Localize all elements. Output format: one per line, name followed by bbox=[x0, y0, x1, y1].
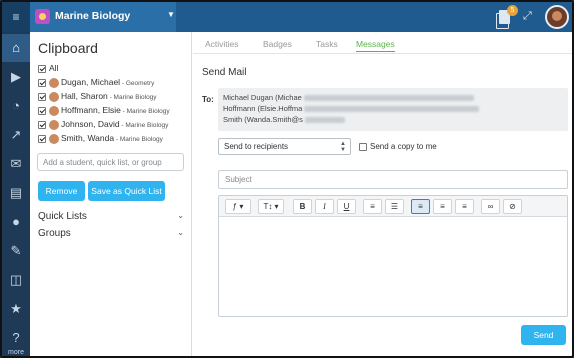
student-row[interactable]: Smith, Wanda - Marine Biology bbox=[38, 133, 163, 147]
send-button[interactable]: Send bbox=[521, 325, 566, 345]
groups-toggle[interactable]: Groups ⌄ bbox=[38, 228, 184, 239]
clipboard-title: Clipboard bbox=[38, 40, 98, 56]
checkbox-icon[interactable] bbox=[38, 92, 46, 101]
numbered-list-icon[interactable]: ☰ bbox=[385, 199, 404, 214]
send-mail-title: Send Mail bbox=[202, 67, 247, 78]
student-class: - Marine Biology bbox=[120, 108, 170, 115]
redacted-text bbox=[304, 117, 345, 124]
more-label[interactable]: more bbox=[2, 349, 30, 356]
chart-icon[interactable]: ↗ bbox=[2, 121, 30, 149]
tab-messages[interactable]: Messages bbox=[356, 39, 395, 52]
checkbox-icon[interactable] bbox=[38, 106, 46, 115]
recipient-select-value: Send to recipients bbox=[224, 142, 289, 151]
student-avatar bbox=[49, 77, 59, 88]
quick-lists-label: Quick Lists bbox=[38, 211, 87, 222]
underline-button[interactable]: U bbox=[337, 199, 356, 214]
to-label: To: bbox=[202, 95, 214, 104]
student-class: - Marine Biology bbox=[119, 122, 169, 129]
send-copy-option[interactable]: Send a copy to me bbox=[359, 142, 437, 151]
checkbox-icon[interactable] bbox=[359, 142, 367, 151]
chevron-down-icon: ▼ bbox=[167, 10, 175, 19]
align-center-icon[interactable]: ≡ bbox=[433, 199, 452, 214]
recipients-box[interactable]: Michael Dugan (Michae Hoffmann (Elsie.Ho… bbox=[218, 88, 568, 131]
student-row[interactable]: Hall, Sharon - Marine Biology bbox=[38, 91, 157, 105]
documents-icon[interactable]: ◫ bbox=[2, 266, 30, 294]
clipboard-panel: Clipboard All Dugan, Michael - Geometry … bbox=[30, 32, 192, 356]
expand-icon[interactable]: ⤢ bbox=[523, 10, 532, 23]
select-arrows-icon: ▲ ▼ bbox=[340, 141, 346, 153]
bullet-list-icon[interactable]: ≡ bbox=[363, 199, 382, 214]
edit-icon[interactable]: ✎ bbox=[2, 237, 30, 265]
italic-button[interactable]: I bbox=[315, 199, 334, 214]
quick-lists-toggle[interactable]: Quick Lists ⌄ bbox=[38, 211, 184, 222]
add-student-input[interactable]: Add a student, quick list, or group bbox=[37, 153, 184, 171]
redacted-text bbox=[303, 95, 474, 102]
notification-badge: 5 bbox=[507, 5, 518, 16]
dashboard-icon[interactable]: ◔ bbox=[2, 92, 30, 120]
mail-icon[interactable]: ✉ bbox=[2, 150, 30, 178]
tab-badges[interactable]: Badges bbox=[263, 39, 292, 49]
award-icon[interactable]: ★ bbox=[2, 295, 30, 323]
student-row[interactable]: Johnson, David - Marine Biology bbox=[38, 119, 168, 133]
tab-bar: Activities Badges Tasks Messages bbox=[193, 32, 572, 54]
checkbox-icon[interactable] bbox=[38, 120, 46, 129]
chevron-down-icon: ⌄ bbox=[177, 211, 184, 220]
checkbox-icon[interactable] bbox=[38, 78, 46, 87]
recipient-line: Michael Dugan (Michae bbox=[223, 93, 302, 102]
student-name: Hall, Sharon bbox=[61, 91, 108, 101]
help-icon[interactable]: ? bbox=[2, 324, 30, 352]
message-editor[interactable]: ƒ ▾ T↕ ▾ B I U ≡ ☰ ≡ ≡ ≡ ∞ ⊘ bbox=[218, 195, 568, 317]
bold-button[interactable]: B bbox=[293, 199, 312, 214]
recipient-select[interactable]: Send to recipients ▲ ▼ bbox=[218, 138, 351, 155]
student-class: - Marine Biology bbox=[107, 94, 157, 101]
student-avatar bbox=[49, 133, 59, 144]
play-icon[interactable]: ▶ bbox=[2, 63, 30, 91]
student-name: Dugan, Michael bbox=[61, 77, 121, 87]
unlink-icon[interactable]: ⊘ bbox=[503, 199, 522, 214]
student-class: - Marine Biology bbox=[114, 136, 163, 143]
left-nav: ⌂ ▶ ◔ ↗ ✉ ▤ ● ✎ ◫ ★ ? more bbox=[2, 32, 30, 356]
subject-input[interactable]: Subject bbox=[218, 170, 568, 189]
align-left-icon[interactable]: ≡ bbox=[411, 199, 430, 214]
student-row[interactable]: Dugan, Michael - Geometry bbox=[38, 77, 154, 91]
student-name: Hoffmann, Elsie bbox=[61, 105, 121, 115]
student-name: Johnson, David bbox=[61, 119, 120, 129]
class-name: Marine Biology bbox=[55, 10, 131, 22]
student-name: Smith, Wanda bbox=[61, 133, 115, 143]
student-class: - Geometry bbox=[120, 80, 155, 87]
align-right-icon[interactable]: ≡ bbox=[455, 199, 474, 214]
save-quicklist-button[interactable]: Save as Quick List bbox=[88, 181, 165, 201]
recipient-line: Hoffmann (Elsie.Hoffma bbox=[223, 104, 303, 113]
recipient-line: Smith (Wanda.Smith@s bbox=[223, 115, 303, 124]
student-avatar bbox=[49, 119, 59, 130]
home-icon[interactable]: ⌂ bbox=[2, 34, 30, 62]
groups-label: Groups bbox=[38, 228, 71, 239]
app-window: ≡ Marine Biology ▼ 5 ⤢ ⌂ ▶ ◔ ↗ ✉ ▤ ● ✎ ◫… bbox=[0, 0, 574, 358]
class-avatar bbox=[35, 9, 50, 24]
checkbox-icon[interactable] bbox=[38, 134, 46, 143]
remove-button[interactable]: Remove bbox=[38, 181, 85, 201]
chevron-down-icon: ⌄ bbox=[177, 228, 184, 237]
student-row[interactable]: Hoffmann, Elsie - Marine Biology bbox=[38, 105, 170, 119]
editor-toolbar: ƒ ▾ T↕ ▾ B I U ≡ ☰ ≡ ≡ ≡ ∞ ⊘ bbox=[219, 196, 567, 217]
font-size-button[interactable]: T↕ ▾ bbox=[258, 199, 284, 214]
student-avatar bbox=[49, 105, 59, 116]
send-copy-label: Send a copy to me bbox=[370, 142, 437, 151]
hamburger-icon[interactable]: ≡ bbox=[2, 2, 30, 32]
user-avatar[interactable] bbox=[545, 5, 569, 29]
top-bar: ≡ Marine Biology ▼ 5 ⤢ bbox=[2, 2, 572, 32]
class-selector[interactable]: Marine Biology ▼ bbox=[30, 2, 176, 32]
link-icon[interactable]: ∞ bbox=[481, 199, 500, 214]
tab-tasks[interactable]: Tasks bbox=[316, 39, 338, 49]
tab-activities[interactable]: Activities bbox=[205, 39, 239, 49]
select-all-row[interactable]: All bbox=[38, 63, 58, 77]
all-label: All bbox=[49, 63, 59, 73]
users-icon[interactable]: ● bbox=[2, 208, 30, 236]
calendar-icon[interactable]: ▤ bbox=[2, 179, 30, 207]
font-family-button[interactable]: ƒ ▾ bbox=[225, 199, 251, 214]
redacted-text bbox=[304, 106, 480, 113]
student-avatar bbox=[49, 91, 59, 102]
main-panel: Activities Badges Tasks Messages Send Ma… bbox=[193, 32, 572, 356]
checkbox-icon[interactable] bbox=[38, 64, 46, 73]
